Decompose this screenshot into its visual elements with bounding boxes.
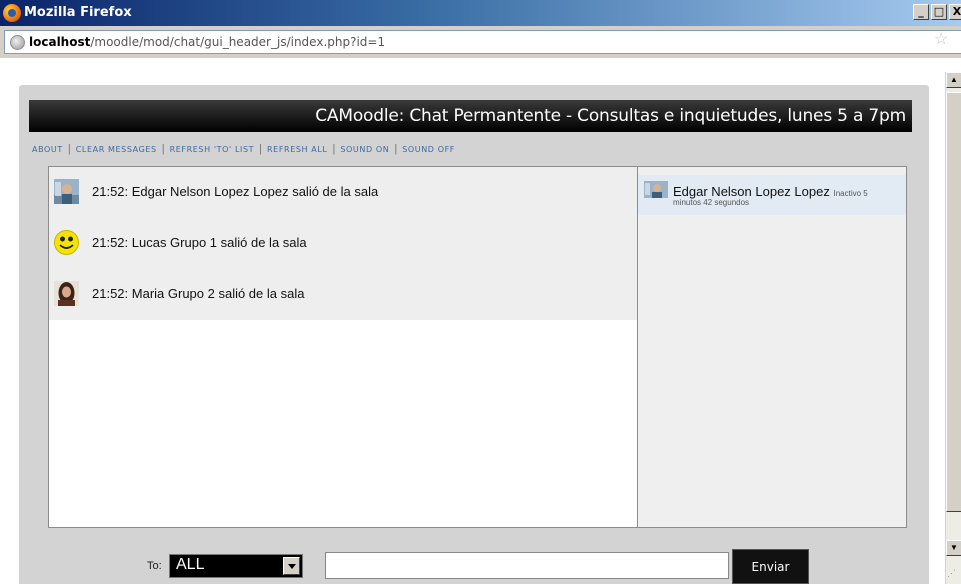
vertical-scrollbar[interactable]: ▲ ▼ [945,72,961,584]
minimize-button[interactable]: _ [913,4,929,20]
recipient-select-value: ALL [176,556,205,573]
url-text: localhost/moodle/mod/chat/gui_header_js/… [29,35,385,49]
to-label: To: [147,560,162,572]
message-row: 21:52: Maria Grupo 2 salió de la sala [49,269,637,320]
man-photo-avatar [54,179,79,204]
chat-nav-links: ABOUT | CLEAR MESSAGES | REFRESH 'TO' LIST… [32,143,456,155]
bookmark-star-icon[interactable]: ☆ [934,29,948,49]
message-text: 21:52: Maria Grupo 2 salió de la sala [92,286,305,301]
scroll-thumb[interactable] [946,92,961,512]
message-row: 21:52: Lucas Grupo 1 salió de la sala [49,218,637,269]
url-path: /moodle/mod/chat/gui_header_js/index.php… [90,35,386,49]
user-row[interactable]: Edgar Nelson Lopez Lopez Inactivo 5 minu… [638,175,906,215]
message-row: 21:52: Edgar Nelson Lopez Lopez salió de… [49,167,637,218]
scroll-down-button[interactable]: ▼ [946,540,961,556]
man-photo-avatar [644,181,668,198]
chat-title: CAMoodle: Chat Permantente - Consultas e… [315,106,906,126]
site-identity-icon[interactable] [10,35,25,50]
url-host: localhost [29,35,91,49]
recipient-select[interactable]: ALL [169,554,303,578]
window-controls: _ □ X [913,4,961,20]
refresh-to-list-link[interactable]: REFRESH 'TO' LIST [170,145,255,154]
maximize-button[interactable]: □ [931,4,947,20]
smiley-avatar [54,230,79,255]
message-text: 21:52: Lucas Grupo 1 salió de la sala [92,235,307,250]
message-text: 21:52: Edgar Nelson Lopez Lopez salió de… [92,184,379,199]
sound-off-link[interactable]: SOUND OFF [402,145,455,154]
about-link[interactable]: ABOUT [32,145,63,154]
woman-photo-avatar [54,281,79,306]
url-field[interactable]: localhost/moodle/mod/chat/gui_header_js/… [4,30,961,54]
chat-header: CAMoodle: Chat Permantente - Consultas e… [29,100,912,132]
users-panel: Edgar Nelson Lopez Lopez Inactivo 5 minu… [637,166,907,528]
refresh-all-link[interactable]: REFRESH ALL [267,145,327,154]
window-title-bar: Mozilla Firefox _ □ X [0,0,961,26]
resize-grip-icon[interactable]: ⋰ [947,568,959,582]
scroll-up-button[interactable]: ▲ [946,72,961,88]
message-input[interactable] [325,552,729,579]
user-name: Edgar Nelson Lopez Lopez Inactivo 5 [673,184,868,199]
address-bar: localhost/moodle/mod/chat/gui_header_js/… [0,26,961,58]
firefox-icon [3,4,21,22]
clear-messages-link[interactable]: CLEAR MESSAGES [76,145,157,154]
messages-panel[interactable]: 21:52: Edgar Nelson Lopez Lopez salió de… [48,166,637,528]
close-button[interactable]: X [949,4,961,20]
user-status: Inactivo 5 [833,189,868,198]
window-title: Mozilla Firefox [24,5,132,20]
sound-on-link[interactable]: SOUND ON [340,145,389,154]
user-status-detail: minutos 42 segundos [673,198,750,207]
dropdown-arrow-icon[interactable] [283,557,300,575]
send-button[interactable]: Enviar [732,549,809,584]
user-name-text: Edgar Nelson Lopez Lopez [673,184,830,199]
